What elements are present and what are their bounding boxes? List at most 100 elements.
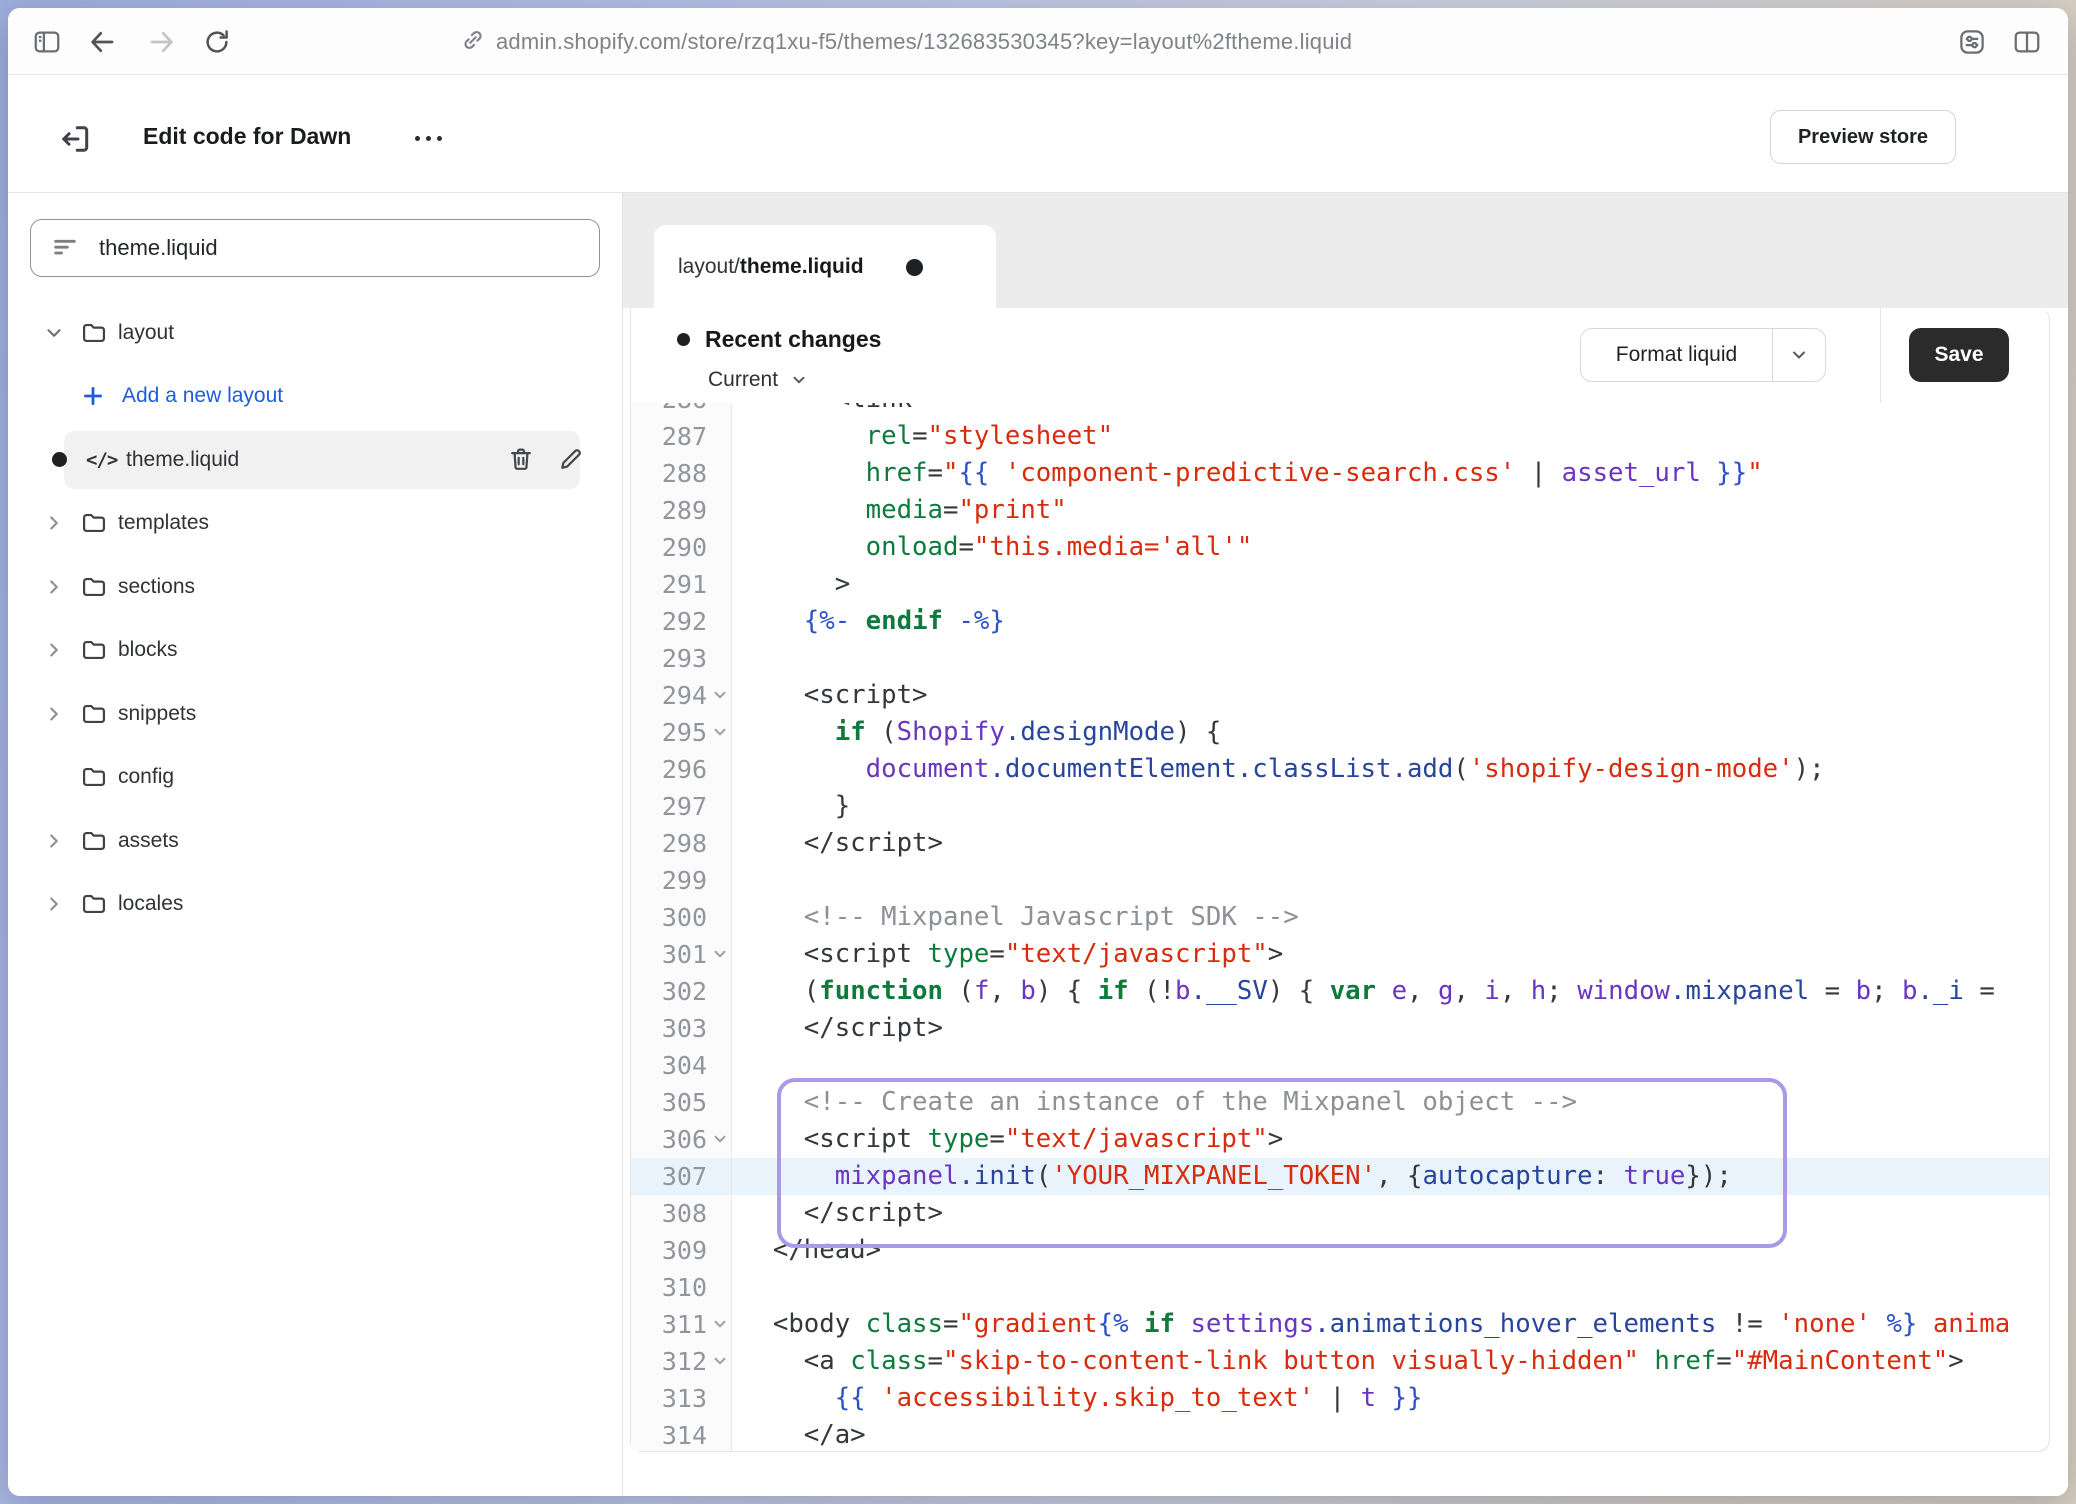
code-line-295[interactable]: 295 if (Shopify.designMode) { bbox=[631, 714, 2049, 751]
code-text: </script> bbox=[711, 825, 943, 862]
line-number: 290 bbox=[631, 529, 707, 566]
chevron-right-icon[interactable] bbox=[42, 892, 66, 916]
code-text: </a> bbox=[711, 1417, 866, 1451]
sidebar-toggle-icon[interactable] bbox=[30, 25, 64, 59]
code-text: onload="this.media='all'" bbox=[711, 529, 1252, 566]
code-line-294[interactable]: 294 <script> bbox=[631, 677, 2049, 714]
code-line-300[interactable]: 300 <!-- Mixpanel Javascript SDK --> bbox=[631, 899, 2049, 936]
code-line-302[interactable]: 302 (function (f, b) { if (!b.__SV) { va… bbox=[631, 973, 2049, 1010]
chevron-right-icon[interactable] bbox=[42, 702, 66, 726]
version-dropdown-value: Current bbox=[708, 368, 778, 392]
code-line-311[interactable]: 311 <body class="gradient{% if settings.… bbox=[631, 1306, 2049, 1343]
folder-icon bbox=[80, 319, 108, 347]
line-number: 312 bbox=[631, 1343, 707, 1380]
line-number: 296 bbox=[631, 751, 707, 788]
address-bar[interactable]: admin.shopify.com/store/rzq1xu-f5/themes… bbox=[460, 22, 1352, 62]
folder-label: templates bbox=[118, 511, 209, 535]
code-line-297[interactable]: 297 } bbox=[631, 788, 2049, 825]
version-dropdown[interactable]: Current bbox=[708, 368, 808, 392]
line-number: 314 bbox=[631, 1417, 707, 1451]
tab-theme-liquid[interactable]: layout/theme.liquid bbox=[654, 225, 996, 309]
fold-toggle-icon[interactable] bbox=[711, 686, 729, 704]
code-line-310[interactable]: 310 bbox=[631, 1269, 2049, 1306]
fold-toggle-icon[interactable] bbox=[711, 1352, 729, 1370]
folder-label: assets bbox=[118, 829, 179, 853]
code-text: if (Shopify.designMode) { bbox=[711, 714, 1221, 751]
code-text: <script type="text/javascript"> bbox=[711, 936, 1283, 973]
line-number: 292 bbox=[631, 603, 707, 640]
format-options-toggle[interactable] bbox=[1773, 345, 1825, 365]
right-sidebar-icon[interactable] bbox=[2010, 25, 2044, 59]
code-line-303[interactable]: 303 </script> bbox=[631, 1010, 2049, 1047]
chevron-down-icon bbox=[1789, 345, 1809, 365]
chevron-down-icon bbox=[790, 371, 808, 389]
back-icon[interactable] bbox=[85, 25, 119, 59]
file-label: theme.liquid bbox=[126, 448, 239, 472]
sidebar-item-layout[interactable]: layout bbox=[30, 301, 600, 365]
reload-icon[interactable] bbox=[200, 25, 234, 59]
add-layout-label: Add a new layout bbox=[122, 384, 283, 408]
changes-dot bbox=[677, 333, 690, 346]
code-line-313[interactable]: 313 {{ 'accessibility.skip_to_text' | t … bbox=[631, 1380, 2049, 1417]
folder-label: layout bbox=[118, 321, 174, 345]
code-line-293[interactable]: 293 bbox=[631, 640, 2049, 677]
pencil-icon[interactable] bbox=[554, 442, 588, 476]
sidebar-item-blocks[interactable]: blocks bbox=[30, 619, 600, 683]
line-number: 308 bbox=[631, 1195, 707, 1232]
forward-icon[interactable] bbox=[145, 25, 179, 59]
line-number: 301 bbox=[631, 936, 707, 973]
chevron-right-icon[interactable] bbox=[42, 829, 66, 853]
chevron-right-icon[interactable] bbox=[42, 638, 66, 662]
sidebar-item-snippets[interactable]: snippets bbox=[30, 682, 600, 746]
folder-icon bbox=[80, 573, 108, 601]
fold-toggle-icon[interactable] bbox=[711, 1315, 729, 1333]
fold-toggle-icon[interactable] bbox=[711, 945, 729, 963]
save-button[interactable]: Save bbox=[1909, 328, 2009, 382]
browser-window: admin.shopify.com/store/rzq1xu-f5/themes… bbox=[8, 8, 2068, 1496]
code-line-301[interactable]: 301 <script type="text/javascript"> bbox=[631, 936, 2049, 973]
chevron-down-icon[interactable] bbox=[42, 321, 66, 345]
code-line-312[interactable]: 312 <a class="skip-to-content-link butto… bbox=[631, 1343, 2049, 1380]
line-number: 298 bbox=[631, 825, 707, 862]
fold-toggle-icon[interactable] bbox=[711, 1130, 729, 1148]
folder-label: config bbox=[118, 765, 174, 789]
line-number: 300 bbox=[631, 899, 707, 936]
code-line-296[interactable]: 296 document.documentElement.classList.a… bbox=[631, 751, 2049, 788]
trash-icon[interactable] bbox=[504, 442, 538, 476]
extensions-icon[interactable] bbox=[1955, 25, 1989, 59]
line-number: 311 bbox=[631, 1306, 707, 1343]
recent-changes-label: Recent changes bbox=[705, 326, 881, 353]
chevron-right-icon[interactable] bbox=[42, 575, 66, 599]
code-line-289[interactable]: 289 media="print" bbox=[631, 492, 2049, 529]
code-line-314[interactable]: 314 </a> bbox=[631, 1417, 2049, 1451]
line-number: 293 bbox=[631, 640, 707, 677]
code-text: {{ 'accessibility.skip_to_text' | t }} bbox=[711, 1380, 1422, 1417]
code-line-291[interactable]: 291 > bbox=[631, 566, 2049, 603]
url-text: admin.shopify.com/store/rzq1xu-f5/themes… bbox=[496, 29, 1352, 55]
more-menu-icon[interactable] bbox=[415, 136, 442, 141]
code-viewport[interactable]: 286 <link287 rel="stylesheet"288 href="{… bbox=[631, 403, 2049, 1451]
code-line-288[interactable]: 288 href="{{ 'component-predictive-searc… bbox=[631, 455, 2049, 492]
code-line-299[interactable]: 299 bbox=[631, 862, 2049, 899]
line-number: 297 bbox=[631, 788, 707, 825]
sidebar-item-config[interactable]: config bbox=[30, 746, 600, 810]
fold-toggle-icon[interactable] bbox=[711, 723, 729, 741]
sidebar-item-theme-liquid[interactable]: </>theme.liquid bbox=[30, 428, 600, 492]
add-layout-action[interactable]: Add a new layout bbox=[30, 365, 600, 429]
chevron-right-icon[interactable] bbox=[42, 511, 66, 535]
code-line-290[interactable]: 290 onload="this.media='all'" bbox=[631, 529, 2049, 566]
sidebar-item-templates[interactable]: templates bbox=[30, 492, 600, 556]
file-search-input[interactable]: theme.liquid bbox=[30, 219, 600, 277]
sidebar-item-sections[interactable]: sections bbox=[30, 555, 600, 619]
code-line-286[interactable]: 286 <link bbox=[631, 403, 2049, 418]
code-panel: Recent changes Current Format liquid Sav… bbox=[630, 308, 2050, 1452]
preview-store-button[interactable]: Preview store bbox=[1770, 110, 1956, 164]
code-line-287[interactable]: 287 rel="stylesheet" bbox=[631, 418, 2049, 455]
format-liquid-button[interactable]: Format liquid bbox=[1580, 328, 1826, 382]
code-line-298[interactable]: 298 </script> bbox=[631, 825, 2049, 862]
exit-icon[interactable] bbox=[55, 119, 95, 159]
code-line-292[interactable]: 292 {%- endif -%} bbox=[631, 603, 2049, 640]
sidebar-item-locales[interactable]: locales bbox=[30, 873, 600, 937]
folder-label: snippets bbox=[118, 702, 196, 726]
sidebar-item-assets[interactable]: assets bbox=[30, 809, 600, 873]
